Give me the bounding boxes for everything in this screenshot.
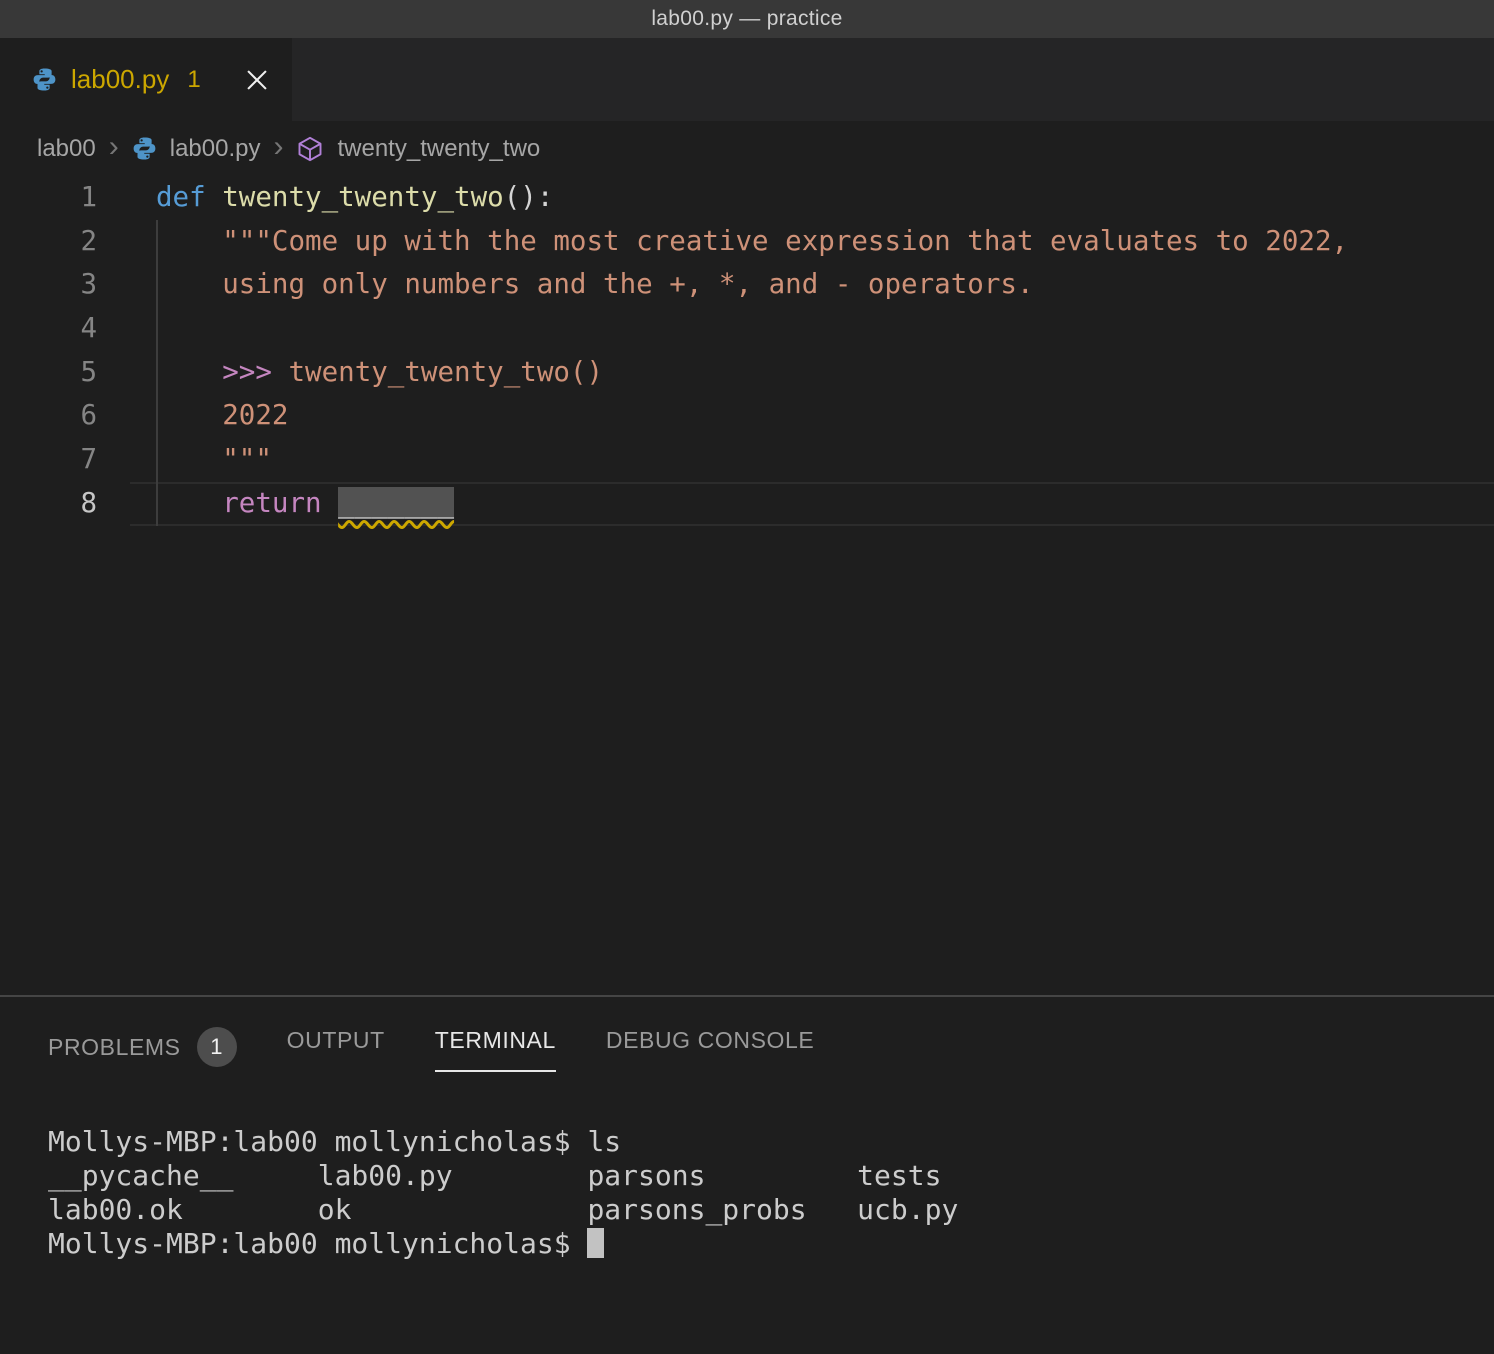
code-line-3[interactable]: 3 using only numbers and the +, *, and -…	[0, 263, 1494, 307]
code-editor[interactable]: 1def twenty_twenty_two():2 """Come up wi…	[0, 176, 1494, 995]
line-number: 1	[0, 176, 97, 220]
terminal-text: Mollys-MBP:lab00 mollynicholas$ ls	[48, 1125, 621, 1158]
terminal[interactable]: Mollys-MBP:lab00 mollynicholas$ ls__pyca…	[0, 1085, 1494, 1261]
window-title: lab00.py — practice	[651, 7, 842, 31]
code-line-7[interactable]: 7 """	[0, 438, 1494, 482]
tab-filename: lab00.py	[71, 64, 169, 95]
token-control: return	[222, 487, 321, 519]
token-plain: ():	[504, 181, 554, 213]
line-content: >>> twenty_twenty_two()	[130, 351, 1494, 395]
token-plain	[272, 356, 289, 388]
panel-tab-terminal[interactable]: TERMINAL	[435, 1027, 556, 1072]
breadcrumb: lab00 › lab00.py › twenty_twenty_two	[0, 121, 1494, 176]
chevron-right-icon: ›	[273, 132, 283, 166]
line-content: using only numbers and the +, *, and - o…	[130, 263, 1494, 307]
token-plain	[156, 399, 222, 431]
python-icon	[132, 136, 157, 161]
panel-tab-label: DEBUG CONSOLE	[606, 1027, 814, 1054]
token-plain	[156, 225, 222, 257]
panel-tab-label: TERMINAL	[435, 1027, 556, 1054]
token-control: >>>	[222, 356, 272, 388]
terminal-line: lab00.ok ok parsons_probs ucb.py	[48, 1193, 1494, 1227]
token-plain	[322, 487, 339, 519]
editor-tab-bar: lab00.py 1	[0, 38, 1494, 121]
token-function: twenty_twenty_two	[222, 181, 503, 213]
line-content: return _______	[130, 482, 1494, 526]
token-string: """Come up with the most creative expres…	[222, 225, 1348, 257]
line-number: 2	[0, 220, 97, 264]
token-string: """	[222, 443, 272, 475]
terminal-text: Mollys-MBP:lab00 mollynicholas$	[48, 1227, 587, 1260]
panel-tab-label: PROBLEMS	[48, 1034, 181, 1061]
panel-tab-output[interactable]: OUTPUT	[287, 1027, 385, 1072]
code-line-6[interactable]: 6 2022	[0, 394, 1494, 438]
panel-tab-problems[interactable]: PROBLEMS 1	[48, 1027, 237, 1085]
bottom-panel: PROBLEMS 1 OUTPUT TERMINAL DEBUG CONSOLE Mol…	[0, 995, 1494, 1352]
terminal-line: Mollys-MBP:lab00 mollynicholas$ ls	[48, 1125, 1494, 1159]
panel-tab-label: OUTPUT	[287, 1027, 385, 1054]
breadcrumb-file[interactable]: lab00.py	[170, 135, 261, 163]
line-number: 5	[0, 351, 97, 395]
token-string: 2022	[222, 399, 288, 431]
selected-blank-with-warning-squiggle: _______	[338, 487, 454, 519]
token-plain	[156, 443, 222, 475]
line-number: 8	[0, 482, 97, 526]
problems-count-badge: 1	[197, 1027, 237, 1067]
token-plain	[156, 487, 222, 519]
code-lines: 1def twenty_twenty_two():2 """Come up wi…	[0, 176, 1494, 526]
token-plain	[206, 181, 223, 213]
token-string: using only numbers and the +, *, and - o…	[222, 268, 1033, 300]
code-line-5[interactable]: 5 >>> twenty_twenty_two()	[0, 351, 1494, 395]
breadcrumb-symbol[interactable]: twenty_twenty_two	[337, 135, 540, 163]
panel-tab-bar: PROBLEMS 1 OUTPUT TERMINAL DEBUG CONSOLE	[0, 997, 1494, 1085]
symbol-cube-icon	[296, 135, 324, 163]
code-line-2[interactable]: 2 """Come up with the most creative expr…	[0, 220, 1494, 264]
python-icon	[32, 67, 57, 92]
line-number: 6	[0, 394, 97, 438]
line-content: def twenty_twenty_two():	[130, 176, 1494, 220]
code-line-8[interactable]: 8 return _______	[0, 482, 1494, 526]
token-plain	[156, 356, 222, 388]
window-titlebar: lab00.py — practice	[0, 0, 1494, 38]
token-keyword: def	[156, 181, 206, 213]
line-content	[130, 307, 1494, 351]
token-string: twenty_twenty_two()	[288, 356, 603, 388]
tab-problem-count-badge: 1	[187, 66, 200, 94]
chevron-right-icon: ›	[109, 132, 119, 166]
token-plain	[156, 268, 222, 300]
line-content: """	[130, 438, 1494, 482]
line-number: 3	[0, 263, 97, 307]
terminal-text: __pycache__ lab00.py parsons tests	[48, 1159, 941, 1192]
breadcrumb-folder[interactable]: lab00	[37, 135, 96, 163]
code-line-4[interactable]: 4	[0, 307, 1494, 351]
terminal-line: Mollys-MBP:lab00 mollynicholas$	[48, 1227, 1494, 1261]
panel-tab-debug-console[interactable]: DEBUG CONSOLE	[606, 1027, 814, 1072]
line-content: """Come up with the most creative expres…	[130, 220, 1494, 264]
terminal-cursor	[587, 1228, 604, 1258]
line-number: 4	[0, 307, 97, 351]
code-line-1[interactable]: 1 def twenty_twenty_two():	[0, 176, 1494, 220]
tab-lab00-py[interactable]: lab00.py 1	[0, 38, 292, 121]
line-number: 7	[0, 438, 97, 482]
indent-guide	[156, 220, 158, 526]
terminal-line: __pycache__ lab00.py parsons tests	[48, 1159, 1494, 1193]
close-icon[interactable]	[240, 63, 274, 97]
line-content: 2022	[130, 394, 1494, 438]
terminal-text: lab00.ok ok parsons_probs ucb.py	[48, 1193, 958, 1226]
